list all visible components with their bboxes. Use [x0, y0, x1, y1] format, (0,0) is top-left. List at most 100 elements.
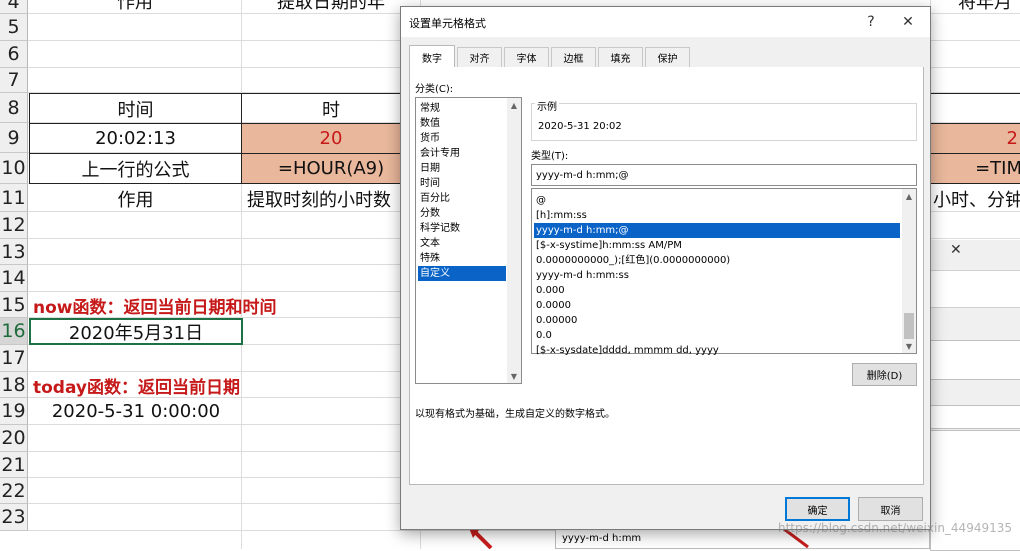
red-arrow-icon: [469, 528, 493, 549]
category-item[interactable]: 货币: [418, 131, 506, 146]
background-input: [930, 340, 1020, 380]
format-item[interactable]: yyyy-m-d h:mm:ss: [534, 268, 900, 283]
delete-button[interactable]: 删除(D): [852, 363, 917, 386]
category-item[interactable]: 科学记数: [418, 221, 506, 236]
column-divider: [241, 0, 242, 549]
format-item[interactable]: [$-x-sysdate]dddd, mmmm dd, yyyy: [534, 343, 900, 358]
cell-a8[interactable]: 时间: [29, 93, 242, 124]
tab-fill[interactable]: 填充: [598, 47, 643, 67]
cell-a16-now-value[interactable]: 2020年5月31日: [29, 318, 243, 345]
category-item[interactable]: 数值: [418, 116, 506, 131]
close-icon[interactable]: ✕: [896, 11, 920, 33]
tab-protection[interactable]: 保护: [645, 47, 690, 67]
background-input-2: [930, 405, 1020, 429]
row-header[interactable]: 20: [0, 425, 28, 452]
chevron-down-icon[interactable]: ▼: [902, 339, 916, 353]
category-item[interactable]: 百分比: [418, 191, 506, 206]
chevron-up-icon[interactable]: ▲: [507, 98, 521, 112]
row-header[interactable]: 10: [0, 153, 28, 184]
watermark: https://blog.csdn.net/weixin_44949135: [777, 521, 1012, 535]
format-item[interactable]: @: [534, 193, 900, 208]
format-item[interactable]: 0.00000: [534, 313, 900, 328]
background-close-icon[interactable]: ✕: [950, 242, 962, 258]
row-header[interactable]: 12: [0, 212, 28, 239]
format-item[interactable]: 0.0: [534, 328, 900, 343]
cell-b8[interactable]: 时: [241, 93, 421, 124]
help-icon[interactable]: ?: [859, 11, 883, 33]
row-header[interactable]: 17: [0, 345, 28, 372]
format-item[interactable]: 0.0000: [534, 298, 900, 313]
format-list[interactable]: @ [h]:mm:ss yyyy-m-d h:mm;@ [$-x-systime]h:…: [531, 188, 917, 356]
row-header[interactable]: 21: [0, 452, 28, 478]
row-header[interactable]: 6: [0, 41, 28, 68]
chevron-up-icon[interactable]: ▲: [902, 189, 916, 203]
category-label: 分类(C):: [415, 84, 454, 95]
row-header[interactable]: 5: [0, 14, 28, 41]
row-header[interactable]: 9: [0, 123, 28, 153]
cell-e4[interactable]: 将年月: [940, 0, 1020, 10]
cell-a18-today-title[interactable]: today函数：返回当前日期: [30, 372, 410, 399]
scroll-thumb[interactable]: [904, 313, 914, 339]
chevron-down-icon[interactable]: ▼: [507, 369, 521, 383]
type-input[interactable]: yyyy-m-d h:mm;@: [531, 164, 917, 186]
row-header[interactable]: 22: [0, 478, 28, 504]
cell-right-8[interactable]: [930, 93, 1020, 124]
cell-b10[interactable]: =HOUR(A9): [241, 153, 421, 184]
cell-b9[interactable]: 20: [241, 123, 421, 154]
row-header[interactable]: 19: [0, 398, 28, 425]
format-item[interactable]: 0.000: [534, 283, 900, 298]
tab-number[interactable]: 数字: [409, 45, 455, 68]
format-item[interactable]: [$-x-systime]h:mm:ss AM/PM: [534, 238, 900, 253]
format-description: 以现有格式为基础，生成自定义的数字格式。: [415, 409, 615, 420]
format-cells-dialog: 设置单元格格式 ? ✕ 数字 对齐 字体 边框 填充 保护 分类(C): 常规数…: [400, 6, 931, 530]
tab-border[interactable]: 边框: [551, 47, 596, 67]
category-list[interactable]: 常规 数值 货币 会计专用 日期 时间 百分比 分数 科学记数 文本 特殊 自定义 ▲ ▼: [415, 97, 522, 384]
row-header[interactable]: 8: [0, 93, 28, 123]
cell-right-10[interactable]: =TIM: [930, 153, 1020, 184]
cell-right-9[interactable]: 2: [930, 123, 1020, 154]
row-header[interactable]: 13: [0, 239, 28, 265]
type-label: 类型(T):: [531, 151, 569, 162]
row-header[interactable]: 11: [0, 184, 28, 212]
cell-a15-now-title[interactable]: now函数：返回当前日期和时间: [30, 292, 410, 319]
category-item[interactable]: 日期: [418, 161, 506, 176]
cell-a19-today-value[interactable]: 2020-5-31 0:00:00: [29, 398, 243, 425]
background-dialog: ✕: [920, 240, 1020, 551]
cell-a4[interactable]: 作用: [30, 0, 240, 10]
background-panel: [930, 270, 1020, 308]
row-header[interactable]: 4: [0, 0, 28, 14]
cell-a10[interactable]: 上一行的公式: [29, 153, 242, 184]
cancel-button[interactable]: 取消: [858, 497, 923, 521]
category-item[interactable]: 自定义: [418, 266, 506, 281]
cell-b4[interactable]: 提取日期的年: [242, 0, 420, 10]
category-scrollbar[interactable]: ▲ ▼: [507, 98, 521, 383]
cell-a9[interactable]: 20:02:13: [29, 123, 242, 154]
row-header[interactable]: 16: [0, 318, 28, 345]
row-header[interactable]: 14: [0, 265, 28, 292]
category-item[interactable]: 常规: [418, 101, 506, 116]
tab-font[interactable]: 字体: [504, 47, 549, 67]
row-header[interactable]: 15: [0, 292, 28, 318]
ok-button[interactable]: 确定: [785, 497, 850, 521]
tab-alignment[interactable]: 对齐: [457, 47, 502, 67]
category-item[interactable]: 分数: [418, 206, 506, 221]
dialog-tabs: 数字 对齐 字体 边框 填充 保护: [409, 45, 924, 68]
cell-right-11[interactable]: 小时、分钟: [930, 184, 1020, 214]
row-header[interactable]: 23: [0, 504, 28, 531]
format-scrollbar[interactable]: ▲ ▼: [902, 189, 916, 353]
format-item[interactable]: yyyy-m-d h:mm;@: [534, 223, 900, 238]
row-header[interactable]: 7: [0, 68, 28, 93]
category-item[interactable]: 会计专用: [418, 146, 506, 161]
category-item[interactable]: 文本: [418, 236, 506, 251]
cell-b11[interactable]: 提取时刻的小时数: [244, 184, 420, 214]
format-item[interactable]: 0.0000000000_);[红色](0.0000000000): [534, 253, 900, 268]
dialog-title: 设置单元格格式: [409, 17, 486, 30]
sample-label: 示例: [535, 98, 559, 113]
row-header[interactable]: 18: [0, 372, 28, 398]
format-item[interactable]: [h]:mm:ss: [534, 208, 900, 223]
dialog-titlebar[interactable]: 设置单元格格式 ? ✕: [401, 7, 930, 37]
number-tab-panel: 分类(C): 常规 数值 货币 会计专用 日期 时间 百分比 分数 科学记数 文本 特殊 自定义 ▲ …: [409, 67, 924, 485]
category-item[interactable]: 时间: [418, 176, 506, 191]
cell-a11[interactable]: 作用: [29, 184, 242, 214]
category-item[interactable]: 特殊: [418, 251, 506, 266]
